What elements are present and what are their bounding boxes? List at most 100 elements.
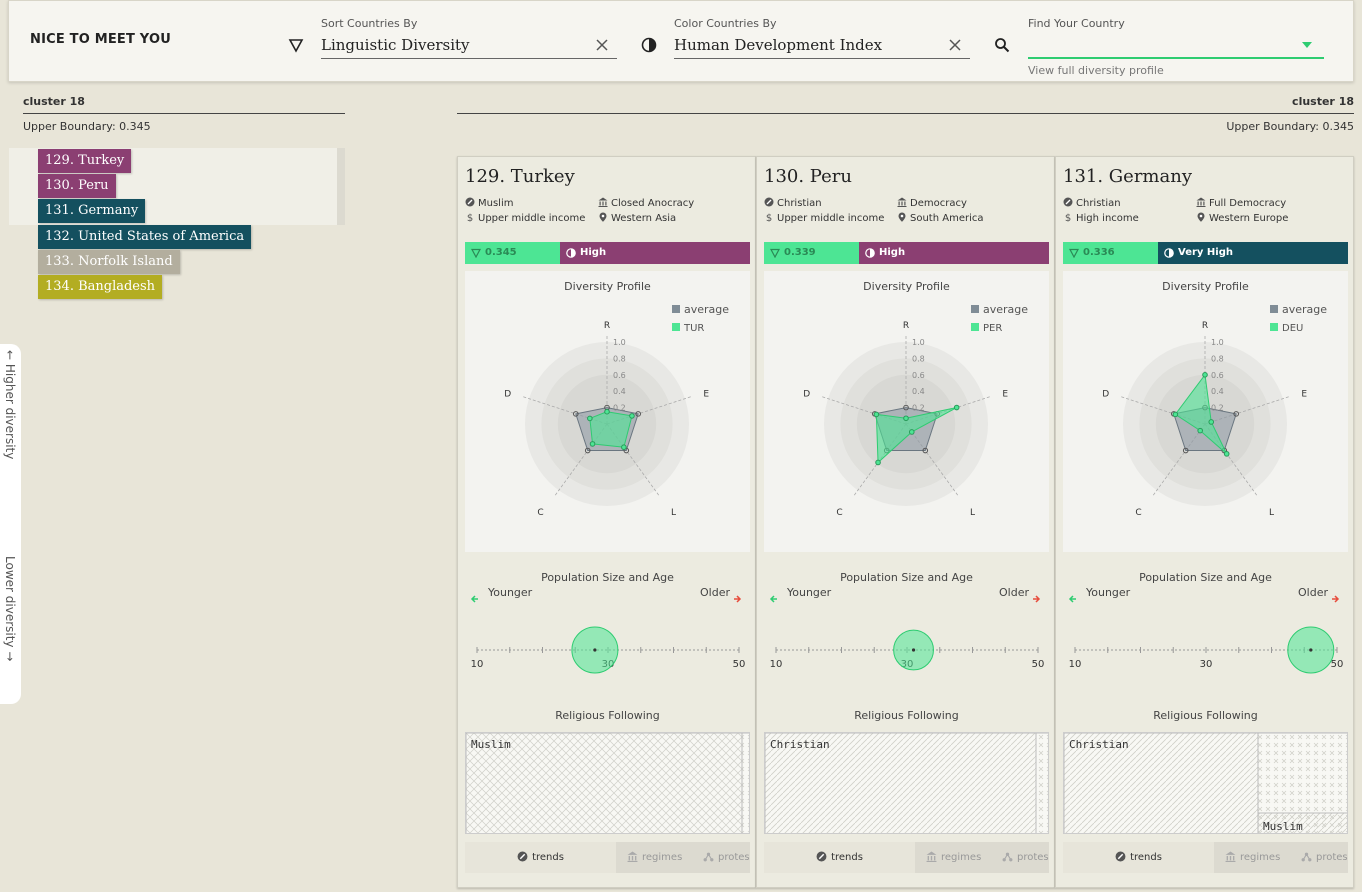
card-title[interactable]: 130. Peru [764,166,852,187]
country-tag[interactable]: 131. Germany [38,199,146,223]
regime-icon [897,197,907,207]
tab-regimes[interactable]: regimes [627,842,682,873]
tab-trends-label: trends [532,852,564,863]
tab-trends[interactable]: trends [1063,842,1214,873]
arrow-left-icon [470,595,478,603]
age-tick-label: 30 [1200,659,1213,670]
regime-icon [1196,197,1206,207]
religion-treemap: Christian Muslim [1063,732,1348,834]
legend-country: DEU [1282,323,1303,334]
right-cluster-boundary: Upper Boundary: 0.345 [1226,120,1354,133]
sort-field[interactable]: Sort Countries By Linguistic Diversity [321,17,617,59]
tab-trends[interactable]: trends [764,842,915,873]
diversity-score: 0.345 [465,242,560,264]
arrow-right-icon [734,595,742,603]
brand-title: NICE TO MEET YOU [30,32,171,47]
lower-diversity-label: Lower diversity → [3,556,17,662]
chevron-down-icon[interactable] [1302,42,1312,48]
card-title[interactable]: 131. Germany [1063,166,1192,187]
median-age-dot [911,648,916,652]
score-value: 0.345 [485,247,517,258]
radar-svg: 1.0 0.8 0.6 0.4 0.2 R E L C Daverage TUR [504,303,729,518]
card-tabs: trends regimes protes [764,842,1049,873]
religion-title: Religious Following [555,709,660,722]
card-tabs: trends regimes protes [1063,842,1348,873]
radar-axis-label: D [803,389,810,399]
tab-protests[interactable]: protes [1002,842,1049,873]
ring-label: 1.0 [912,338,925,347]
country-point [589,441,596,447]
tab-protests-label: protes [1017,852,1049,863]
country-tag[interactable]: 130. Peru [38,174,116,198]
hdi-value: High [580,247,607,258]
sort-select[interactable]: Linguistic Diversity [321,32,617,59]
clear-sort-icon[interactable] [595,38,609,52]
right-cluster-divider [457,113,1354,114]
radar-axis-label: L [1269,508,1274,518]
legend-country-swatch [1270,323,1278,331]
region-meta: Western Europe [1196,212,1288,225]
find-field[interactable]: Find Your Country View full diversity pr… [1028,17,1324,77]
country-tag[interactable]: 133. Norfolk Island [38,250,180,274]
ring-label: 1.0 [1211,338,1224,347]
religion-block-label: Muslim [471,738,511,751]
country-tag[interactable]: 132. United States of America [38,225,252,249]
ring-label: 0.2 [912,404,925,413]
country-point [1208,419,1215,425]
score-value: 0.336 [1083,247,1115,258]
ring-label: 0.2 [1211,404,1224,413]
tab-regimes[interactable]: regimes [926,842,981,873]
religion-block-label: Muslim [1263,820,1303,833]
contrast-icon [865,248,875,258]
country-area [589,411,633,448]
svg-text:$: $ [766,213,772,222]
hdi-badge: Very High [1158,242,1348,264]
younger-label: Younger [488,586,533,599]
radar-axis-label: E [703,389,709,399]
tab-protests[interactable]: protes [703,842,750,873]
card-title[interactable]: 129. Turkey [465,166,575,187]
diversity-radar-chart: Diversity Profile 1.0 0.8 0.6 0.4 0.2 R E L C Dave… [1063,271,1348,552]
diversity-score: 0.339 [764,242,859,264]
filter-icon [471,248,481,258]
population-chart: 103050Population Size and AgeYoungerOlde… [458,571,757,681]
tab-regimes-label: regimes [941,852,982,863]
radar-axis-label: L [970,508,975,518]
radar-axis-label: R [604,321,610,331]
color-field[interactable]: Color Countries By Human Development Ind… [674,17,970,59]
region-icon [599,212,607,222]
country-tag[interactable]: 129. Turkey [38,149,132,173]
tab-trends-label: trends [1130,852,1162,863]
radar-axis-label: L [671,508,676,518]
list-scrollbar[interactable] [337,148,345,225]
ring-label: 1.0 [613,338,626,347]
regime-icon [598,197,608,207]
region-icon [898,212,906,222]
institution-icon [627,851,638,862]
country-point [587,415,593,422]
hdi-value: High [879,247,906,258]
find-input[interactable] [1028,32,1324,59]
radar-axis-label: R [903,321,909,331]
compass-icon [1115,851,1126,862]
diversity-score: 0.336 [1063,242,1158,264]
color-select[interactable]: Human Development Index [674,32,970,59]
score-value: 0.339 [784,247,816,258]
country-point [903,415,909,422]
country-tag[interactable]: 134. Bangladesh [38,275,163,299]
network-icon [1002,852,1013,862]
legend-average: average [684,303,729,316]
legend-average-swatch [971,305,979,313]
tab-regimes[interactable]: regimes [1225,842,1280,873]
clear-color-icon[interactable] [948,38,962,52]
tab-protests[interactable]: protes [1301,842,1348,873]
regime-text: Democracy [910,198,967,209]
arrow-right-icon [1033,595,1041,603]
religion-block-other[interactable] [1035,733,1049,834]
score-bar: 0.339 High [764,242,1049,264]
search-icon [995,38,1010,53]
younger-label: Younger [787,586,832,599]
religion-block-other[interactable] [741,733,750,834]
tab-trends[interactable]: trends [465,842,616,873]
find-hint[interactable]: View full diversity profile [1028,64,1324,77]
